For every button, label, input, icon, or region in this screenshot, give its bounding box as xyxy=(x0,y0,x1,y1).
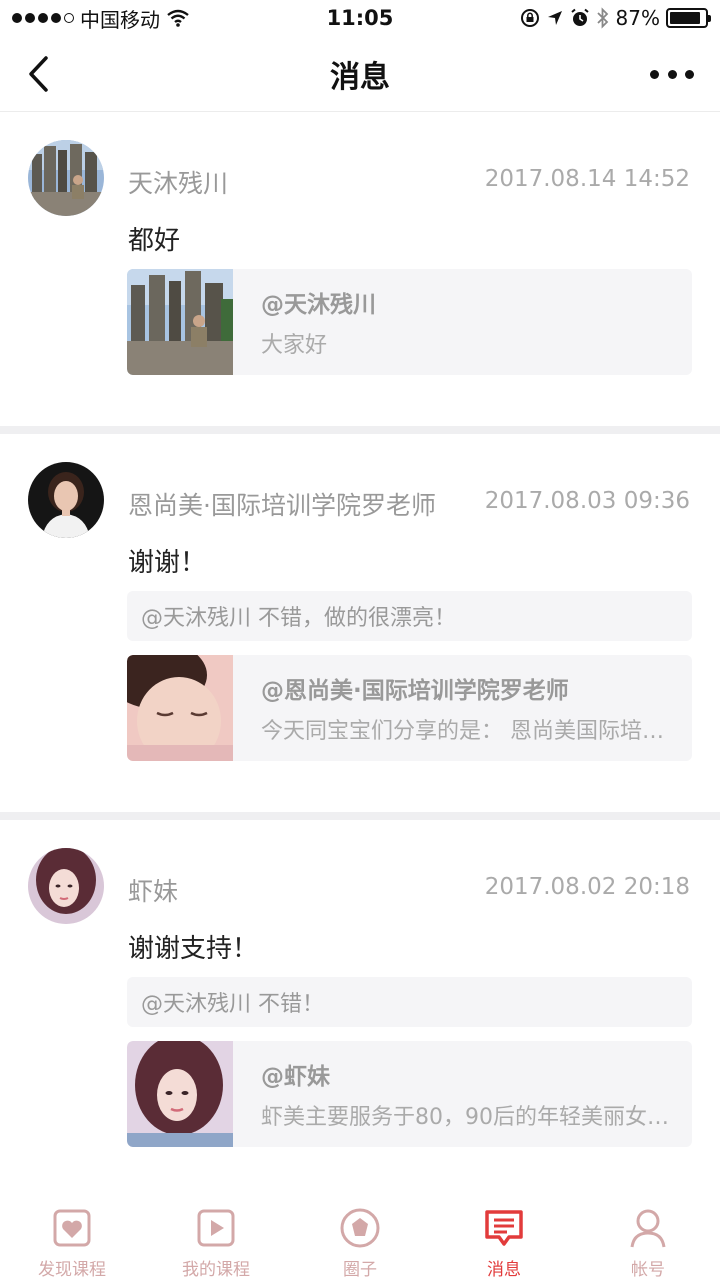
post-author: @天沐残川 xyxy=(261,292,376,318)
original-post-card[interactable]: @虾妹 虾美主要服务于80，90后的年轻美丽女性群体 xyxy=(127,1041,692,1147)
quoted-comment: @天沐残川 不错，做的很漂亮！ xyxy=(127,591,692,641)
wifi-icon xyxy=(167,9,189,27)
status-bar: 中国移动 11:05 87% xyxy=(0,0,720,36)
tab-bar: 发现课程 我的课程 圈子 消息 帐号 xyxy=(0,1188,720,1280)
tab-label: 发现课程 xyxy=(38,1260,106,1280)
sender-name: 天沐残川 xyxy=(128,169,229,198)
avatar[interactable] xyxy=(28,848,104,924)
bluetooth-icon xyxy=(596,7,608,29)
avatar[interactable] xyxy=(28,140,104,216)
post-excerpt: 今天同宝宝们分享的是： 恩尚美国际培训学院的课程内容 xyxy=(261,719,671,744)
play-icon xyxy=(194,1206,238,1249)
tab-label: 帐号 xyxy=(631,1260,665,1280)
tab-label: 圈子 xyxy=(343,1260,377,1280)
message-text: 谢谢！ xyxy=(128,548,207,578)
signal-icon xyxy=(12,13,74,23)
location-icon xyxy=(547,11,562,25)
post-thumbnail xyxy=(127,1041,233,1147)
tab-account[interactable]: 帐号 xyxy=(576,1188,720,1280)
original-post-card[interactable]: @天沐残川 大家好 xyxy=(127,269,692,375)
message-text: 都好 xyxy=(128,226,181,256)
post-excerpt: 大家好 xyxy=(261,333,328,358)
post-excerpt: 虾美主要服务于80，90后的年轻美丽女性群体 xyxy=(261,1105,671,1130)
more-icon xyxy=(650,69,659,79)
status-left: 中国移动 xyxy=(12,4,190,33)
heart-icon xyxy=(50,1206,94,1249)
tab-my-courses[interactable]: 我的课程 xyxy=(144,1188,288,1280)
post-author: @恩尚美·国际培训学院罗老师 xyxy=(261,678,569,704)
message-item[interactable]: 恩尚美·国际培训学院罗老师 2017.08.03 09:36 谢谢！ @天沐残川… xyxy=(0,434,720,812)
post-author: @虾妹 xyxy=(261,1064,330,1090)
original-post-card[interactable]: @恩尚美·国际培训学院罗老师 今天同宝宝们分享的是： 恩尚美国际培训学院的课程内… xyxy=(127,655,692,761)
post-thumbnail xyxy=(127,655,233,761)
message-icon xyxy=(482,1206,526,1249)
tab-messages[interactable]: 消息 xyxy=(432,1188,576,1280)
post-thumbnail xyxy=(127,269,233,375)
message-time: 2017.08.14 14:52 xyxy=(484,166,690,192)
tab-discover-courses[interactable]: 发现课程 xyxy=(0,1188,144,1280)
battery-fill xyxy=(670,12,700,24)
message-text: 谢谢支持！ xyxy=(128,934,259,964)
nav-bar: 消息 xyxy=(0,36,720,112)
tab-label: 我的课程 xyxy=(182,1260,250,1280)
message-item[interactable]: 虾妹 2017.08.02 20:18 谢谢支持！ @天沐残川 不错！ @虾妹 … xyxy=(0,820,720,1188)
page-title: 消息 xyxy=(330,59,390,95)
circle-icon xyxy=(338,1206,382,1249)
status-right: 87% xyxy=(520,6,711,30)
sender-name: 恩尚美·国际培训学院罗老师 xyxy=(128,491,436,520)
rotation-lock-icon xyxy=(520,9,539,27)
back-button[interactable] xyxy=(18,52,58,96)
section-divider xyxy=(0,812,720,820)
user-icon xyxy=(626,1206,670,1249)
avatar[interactable] xyxy=(28,462,104,538)
message-time: 2017.08.03 09:36 xyxy=(484,488,690,514)
tab-circle[interactable]: 圈子 xyxy=(288,1188,432,1280)
carrier-label: 中国移动 xyxy=(80,7,160,32)
message-time: 2017.08.02 20:18 xyxy=(484,874,690,900)
section-divider xyxy=(0,426,720,434)
quoted-comment: @天沐残川 不错！ xyxy=(127,977,692,1027)
battery-icon xyxy=(666,8,711,28)
battery-percent: 87% xyxy=(615,6,660,30)
tab-label: 消息 xyxy=(487,1260,521,1280)
sender-name: 虾妹 xyxy=(128,877,179,906)
chevron-left-icon xyxy=(29,56,48,92)
message-item[interactable]: 天沐残川 2017.08.14 14:52 都好 @天沐残川 大家好 xyxy=(0,112,720,424)
alarm-icon xyxy=(570,8,589,26)
more-button[interactable] xyxy=(650,62,694,86)
